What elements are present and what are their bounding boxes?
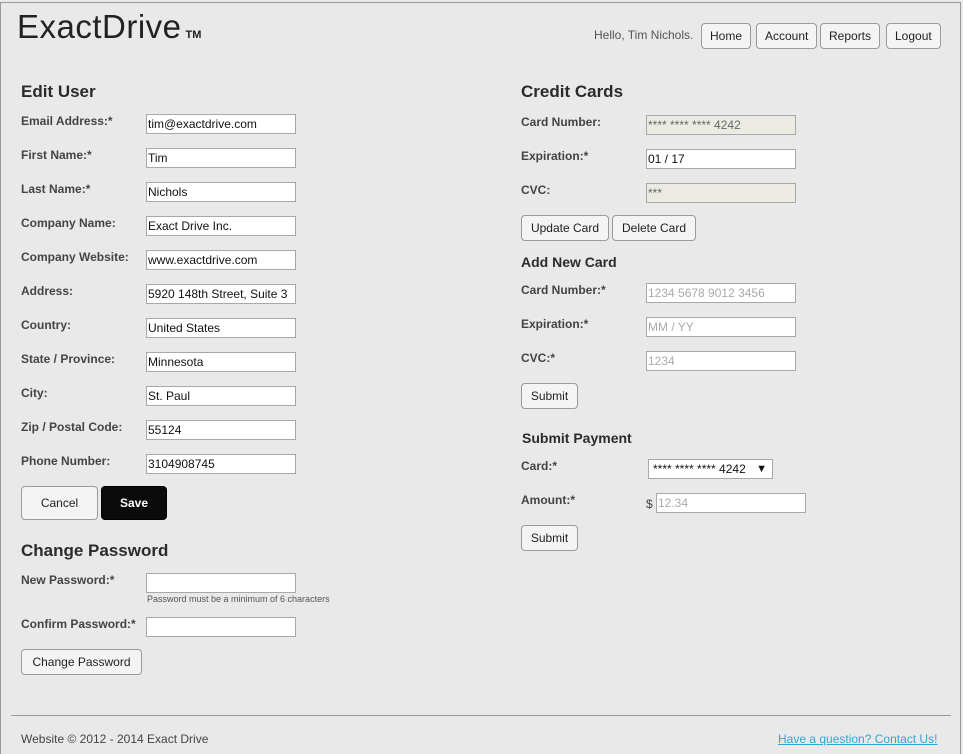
last-name-label: Last Name:*: [21, 182, 91, 196]
add-card-title: Add New Card: [521, 254, 617, 270]
new-password-field[interactable]: [146, 573, 296, 593]
password-hint: Password must be a minimum of 6 characte…: [147, 594, 330, 604]
country-field[interactable]: United States: [146, 318, 296, 338]
page-frame: [0, 2, 961, 754]
footer-divider: [11, 715, 951, 716]
edit-user-title: Edit User: [21, 82, 96, 101]
first-name-label: First Name:*: [21, 148, 92, 162]
new-password-label: New Password:*: [21, 573, 115, 587]
nav-reports-button[interactable]: Reports: [820, 23, 881, 49]
add-card-number-label: Card Number:*: [521, 283, 606, 297]
company-name-field[interactable]: Exact Drive Inc.: [146, 216, 296, 236]
add-cvc-field[interactable]: 1234: [646, 351, 796, 371]
payment-card-select[interactable]: **** **** **** 4242 ▼: [648, 459, 773, 479]
change-password-button[interactable]: Change Password: [21, 649, 142, 675]
first-name-field[interactable]: Tim: [146, 148, 296, 168]
add-card-submit-button[interactable]: Submit: [521, 383, 578, 409]
amount-label: Amount:*: [521, 493, 575, 507]
cvc-field: ***: [646, 183, 796, 203]
company-name-label: Company Name:: [21, 216, 116, 230]
expiration-label: Expiration:*: [521, 149, 589, 163]
brand-tm: TM: [185, 29, 202, 41]
phone-field[interactable]: 3104908745: [146, 454, 296, 474]
card-number-field: **** **** **** 4242: [646, 115, 796, 135]
company-website-field[interactable]: www.exactdrive.com: [146, 250, 296, 270]
email-field[interactable]: tim@exactdrive.com: [146, 114, 296, 134]
cvc-label: CVC:: [521, 183, 551, 197]
last-name-field[interactable]: Nichols: [146, 182, 296, 202]
address-field[interactable]: 5920 148th Street, Suite 3: [146, 284, 296, 304]
state-field[interactable]: Minnesota: [146, 352, 296, 372]
card-number-label: Card Number:: [521, 115, 602, 129]
address-label: Address:: [21, 284, 74, 298]
add-cvc-label: CVC:*: [521, 351, 556, 365]
payment-card-label: Card:*: [521, 459, 558, 473]
company-website-label: Company Website:: [21, 250, 129, 264]
brand-logo[interactable]: ExactDrive TM: [17, 8, 201, 46]
payment-submit-button[interactable]: Submit: [521, 525, 578, 551]
nav-account-button[interactable]: Account: [756, 23, 818, 49]
zip-field[interactable]: 55124: [146, 420, 296, 440]
city-field[interactable]: St. Paul: [146, 386, 296, 406]
confirm-password-label: Confirm Password:*: [21, 617, 136, 631]
user-greeting: Hello, Tim Nichols.: [594, 28, 694, 42]
nav-logout-button[interactable]: Logout: [886, 23, 941, 49]
zip-label: Zip / Postal Code:: [21, 420, 123, 434]
save-button[interactable]: Save: [101, 486, 167, 520]
credit-cards-title: Credit Cards: [521, 82, 624, 101]
country-label: Country:: [21, 318, 71, 332]
update-card-button[interactable]: Update Card: [521, 215, 609, 241]
change-password-title: Change Password: [21, 541, 169, 560]
footer-copyright: Website © 2012 - 2014 Exact Drive: [21, 732, 209, 746]
cancel-button[interactable]: Cancel: [21, 486, 98, 520]
add-expiration-field[interactable]: MM / YY: [646, 317, 796, 337]
amount-field[interactable]: 12.34: [656, 493, 806, 513]
city-label: City:: [21, 386, 48, 400]
expiration-field[interactable]: 01 / 17: [646, 149, 796, 169]
email-label: Email Address:*: [21, 114, 113, 128]
add-card-number-field[interactable]: 1234 5678 9012 3456: [646, 283, 796, 303]
brand-name: ExactDrive: [17, 8, 182, 45]
add-expiration-label: Expiration:*: [521, 317, 589, 331]
submit-payment-title: Submit Payment: [522, 430, 632, 446]
nav-home-button[interactable]: Home: [701, 23, 752, 49]
contact-link[interactable]: Have a question? Contact Us!: [778, 732, 937, 746]
currency-symbol: $: [646, 497, 653, 511]
dropdown-arrow-icon: ▼: [756, 463, 767, 475]
state-label: State / Province:: [21, 352, 116, 366]
payment-card-selected: **** **** **** 4242: [653, 462, 746, 476]
delete-card-button[interactable]: Delete Card: [612, 215, 696, 241]
confirm-password-field[interactable]: [146, 617, 296, 637]
phone-label: Phone Number:: [21, 454, 111, 468]
